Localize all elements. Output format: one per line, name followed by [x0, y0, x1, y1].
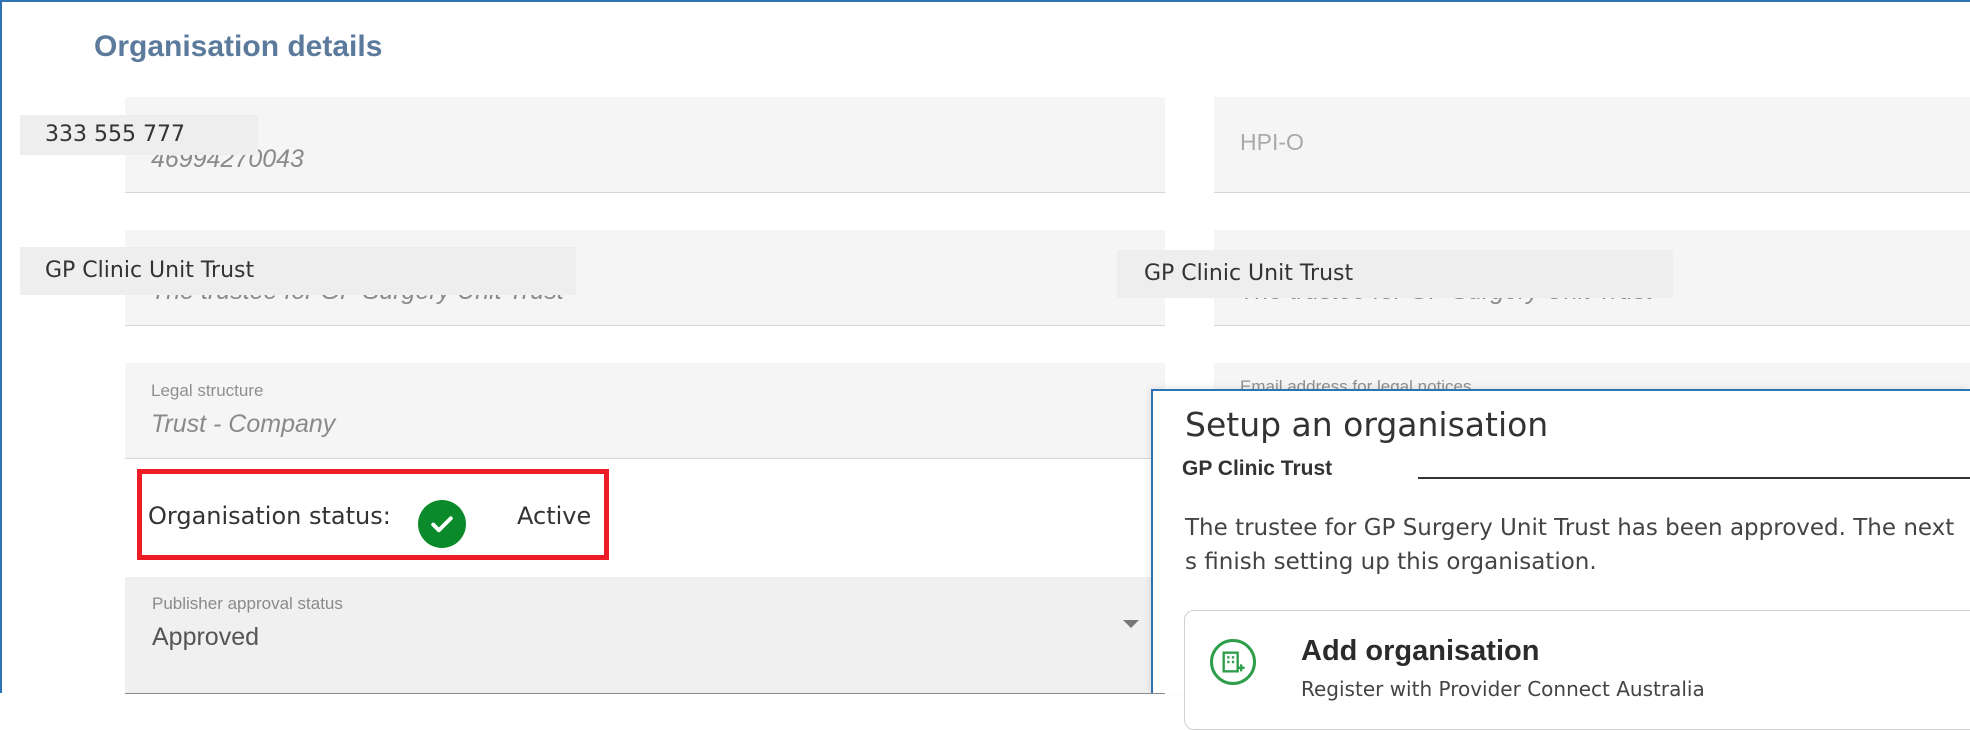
organisation-status-label: Organisation status:: [148, 502, 391, 530]
dialog-divider: [1418, 477, 1970, 479]
section-title: Organisation details: [94, 30, 383, 63]
add-organisation-title: Add organisation: [1301, 635, 1540, 667]
setup-organisation-dialog: Setup an organisation GP Clinic Trust Th…: [1151, 389, 1970, 730]
org-name-overlay-text: GP Clinic Unit Trust: [45, 258, 255, 283]
org-name-overlay: GP Clinic Unit Trust: [20, 247, 576, 295]
abn-overlay-text: 333 555 777: [45, 122, 185, 147]
trading-name-overlay: GP Clinic Unit Trust: [1117, 250, 1673, 298]
check-circle-icon: [418, 500, 466, 548]
publisher-approval-select[interactable]: Publisher approval status Approved: [125, 577, 1165, 694]
legal-structure-label: Legal structure: [151, 381, 264, 400]
publisher-approval-value: Approved: [152, 623, 260, 651]
add-organisation-description: Register with Provider Connect Australia: [1301, 677, 1705, 701]
abn-overlay: 333 555 777: [20, 115, 258, 155]
dialog-title: Setup an organisation: [1185, 405, 1549, 444]
hpio-field[interactable]: HPI-O: [1214, 97, 1970, 193]
legal-structure-value: Trust - Company: [151, 410, 336, 438]
publisher-approval-label: Publisher approval status: [152, 594, 343, 613]
dropdown-arrow-icon[interactable]: [1123, 620, 1139, 628]
organisation-status-highlight: Organisation status: Active: [137, 469, 609, 560]
organisation-status-value: Active: [517, 502, 592, 530]
dialog-subtitle: GP Clinic Trust: [1182, 457, 1333, 480]
add-organisation-card[interactable]: Add organisation Register with Provider …: [1184, 610, 1970, 730]
abn-field[interactable]: 46994270043: [125, 97, 1165, 193]
building-add-icon: [1210, 639, 1256, 685]
legal-structure-field[interactable]: Legal structure Trust - Company: [125, 363, 1165, 459]
trading-name-overlay-text: GP Clinic Unit Trust: [1144, 261, 1354, 286]
hpio-placeholder: HPI-O: [1240, 129, 1304, 155]
dialog-message: The trustee for GP Surgery Unit Trust ha…: [1185, 515, 1955, 575]
